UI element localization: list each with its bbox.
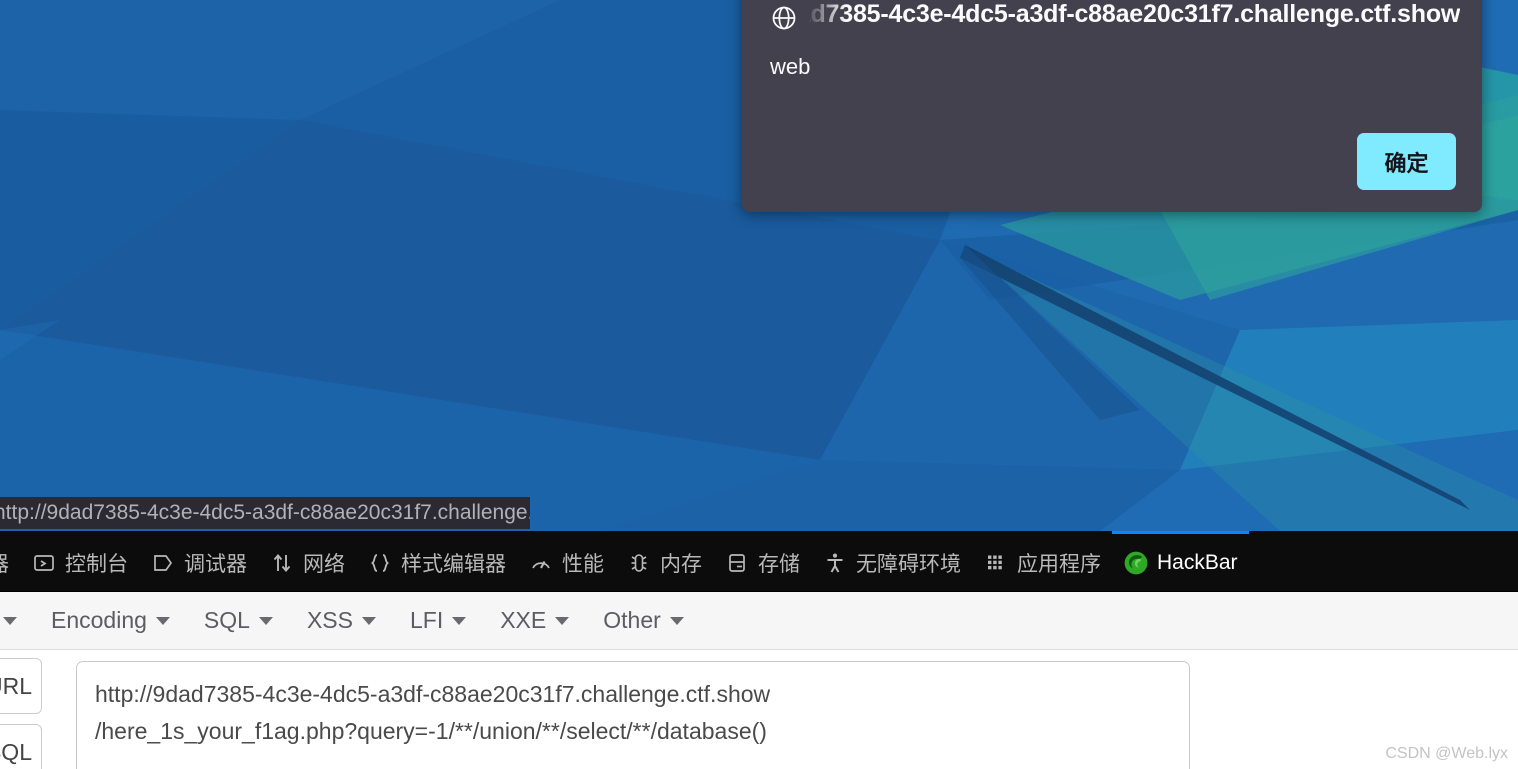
hackbar-menu-label: Other	[603, 607, 661, 633]
hackbar-panel: URL SQL	[0, 650, 1518, 769]
application-icon	[983, 550, 1009, 576]
dialog-ok-button[interactable]: 确定	[1357, 133, 1456, 190]
hackbar-url-button[interactable]: URL	[0, 658, 42, 714]
console-icon	[31, 550, 57, 576]
style-editor-icon	[367, 550, 393, 576]
devtools-tab-memory[interactable]: 内存	[615, 531, 713, 591]
chevron-down-icon	[155, 616, 170, 625]
dialog-message: web	[770, 54, 811, 79]
performance-icon	[528, 550, 554, 576]
network-icon	[269, 550, 295, 576]
globe-icon	[770, 4, 798, 32]
devtools-tab-label: 样式编辑器	[401, 552, 506, 576]
hackbar-menu-sql[interactable]: SQL	[187, 607, 290, 634]
hackbar-side-buttons: URL SQL	[0, 658, 42, 769]
hackbar-menu-label: SQL	[203, 607, 250, 633]
devtools-tab-label: 调试器	[184, 552, 247, 576]
chevron-down-icon	[3, 616, 17, 625]
hackbar-menu-other[interactable]: Other	[586, 607, 701, 634]
devtools-tab-inspector[interactable]: 器	[0, 531, 20, 591]
devtools-tab-storage[interactable]: 存储	[713, 531, 811, 591]
chevron-down-icon	[258, 616, 273, 625]
dialog-title: 9dad7385-4c3e-4dc5-a3df-c88ae20c31f7.cha…	[810, 0, 1461, 28]
devtools-tab-application[interactable]: 应用程序	[972, 531, 1112, 591]
status-bar-url: http://9dad7385-4c3e-4dc5-a3df-c88ae20c3…	[0, 497, 530, 529]
devtools-toolbar: 器 控制台 调试器	[0, 531, 1518, 592]
hackbar-menu-lfi[interactable]: LFI	[393, 607, 483, 634]
hackbar-icon	[1123, 550, 1149, 576]
devtools-tab-label: 应用程序	[1017, 552, 1101, 576]
devtools-tab-label: 性能	[562, 552, 604, 576]
devtools-tab-label: 内存	[660, 552, 702, 576]
devtools-tab-label: 器	[0, 548, 9, 578]
devtools-tab-debugger[interactable]: 调试器	[139, 531, 258, 591]
devtools-tab-console[interactable]: 控制台	[20, 531, 139, 591]
hackbar-menubar: Encoding SQL XSS LFI XXE Other	[0, 592, 1518, 650]
devtools-tab-label: 网络	[303, 552, 345, 576]
chevron-down-icon	[555, 616, 570, 625]
devtools-tab-performance[interactable]: 性能	[517, 531, 615, 591]
memory-icon	[626, 550, 652, 576]
devtools-tab-label: HackBar	[1157, 550, 1238, 574]
devtools-tab-label: 控制台	[65, 552, 128, 576]
devtools-tab-label: 无障碍环境	[856, 552, 961, 576]
hackbar-menu-label: XXE	[500, 607, 547, 633]
hackbar-menu-xss[interactable]: XSS	[290, 607, 393, 634]
debugger-icon	[150, 550, 176, 576]
hackbar-menu-partial[interactable]	[0, 616, 34, 625]
devtools-tab-style-editor[interactable]: 样式编辑器	[356, 531, 517, 591]
javascript-alert-dialog: 9dad7385-4c3e-4dc5-a3df-c88ae20c31f7.cha…	[742, 0, 1482, 212]
accessibility-icon	[822, 550, 848, 576]
chevron-down-icon	[452, 616, 467, 625]
storage-icon	[724, 550, 750, 576]
chevron-down-icon	[361, 616, 376, 625]
devtools-tab-label: 存储	[758, 552, 800, 576]
devtools-tab-network[interactable]: 网络	[258, 531, 356, 591]
devtools-tab-hackbar[interactable]: HackBar	[1112, 531, 1249, 591]
hackbar-menu-label: LFI	[409, 607, 444, 633]
hackbar-menu-encoding[interactable]: Encoding	[34, 607, 187, 634]
hackbar-sql-button[interactable]: SQL	[0, 724, 42, 769]
browser-window: 9dad7385-4c3e-4dc5-a3df-c88ae20c31f7.cha…	[0, 0, 1518, 769]
hackbar-url-input[interactable]	[76, 661, 1190, 769]
chevron-down-icon	[669, 616, 684, 625]
dialog-titlebar: 9dad7385-4c3e-4dc5-a3df-c88ae20c31f7.cha…	[742, 0, 1482, 54]
dialog-button-row: 确定	[1357, 133, 1456, 190]
status-bar-url-text: http://9dad7385-4c3e-4dc5-a3df-c88ae20c3…	[0, 501, 530, 524]
hackbar-menu-label: XSS	[306, 607, 353, 633]
hackbar-menu-label: Encoding	[51, 607, 147, 633]
hackbar-menu-xxe[interactable]: XXE	[483, 607, 586, 634]
dialog-title-wrap: 9dad7385-4c3e-4dc5-a3df-c88ae20c31f7.cha…	[810, 0, 1464, 54]
devtools-tab-accessibility[interactable]: 无障碍环境	[811, 531, 972, 591]
